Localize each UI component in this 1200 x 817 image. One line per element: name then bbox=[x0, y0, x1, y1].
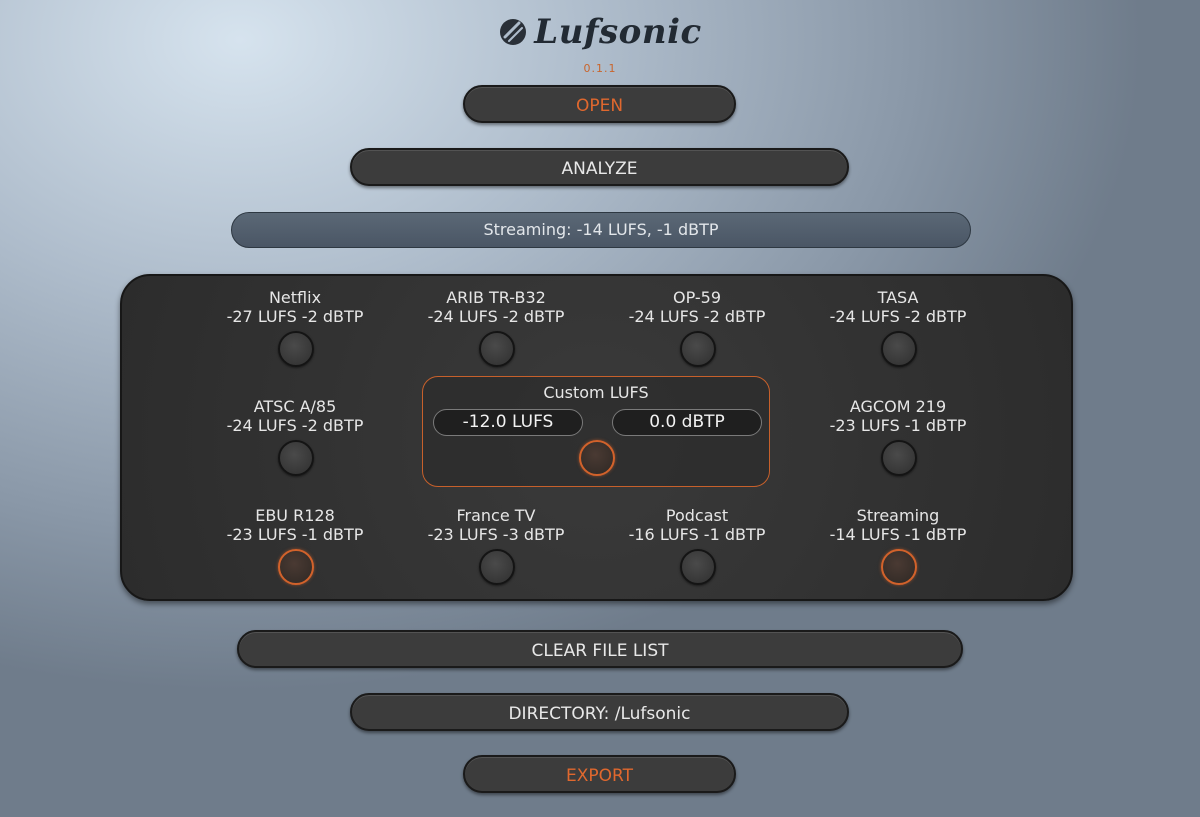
preset-streaming-knob[interactable] bbox=[881, 549, 917, 585]
preset-op59-knob[interactable] bbox=[680, 331, 716, 367]
preset-name: TASA bbox=[877, 288, 919, 307]
preset-podcast-knob[interactable] bbox=[680, 549, 716, 585]
custom-lufs-field[interactable]: -12.0 LUFS bbox=[433, 409, 583, 436]
preset-tasa-knob[interactable] bbox=[881, 331, 917, 367]
preset-spec: -23 LUFS -1 dBTP bbox=[829, 416, 967, 435]
preset-spec: -27 LUFS -2 dBTP bbox=[226, 307, 364, 326]
preset-spec: -23 LUFS -1 dBTP bbox=[226, 525, 364, 544]
preset-name: OP-59 bbox=[672, 288, 722, 307]
preset-spec: -14 LUFS -1 dBTP bbox=[829, 525, 967, 544]
preset-spec: -23 LUFS -3 dBTP bbox=[427, 525, 565, 544]
preset-atsc: ATSC A/85 -24 LUFS -2 dBTP bbox=[195, 397, 395, 435]
preset-name: AGCOM 219 bbox=[849, 397, 947, 416]
preset-name: ATSC A/85 bbox=[253, 397, 337, 416]
clear-file-list-button[interactable]: CLEAR FILE LIST bbox=[237, 630, 963, 668]
lufsonic-logo-icon bbox=[500, 19, 527, 45]
preset-name: France TV bbox=[456, 506, 536, 525]
preset-spec: -24 LUFS -2 dBTP bbox=[226, 416, 364, 435]
analyze-button[interactable]: ANALYZE bbox=[350, 148, 849, 186]
directory-button[interactable]: DIRECTORY: /Lufsonic bbox=[350, 693, 849, 731]
preset-francetv: France TV -23 LUFS -3 dBTP bbox=[396, 506, 596, 544]
preset-name: ARIB TR-B32 bbox=[446, 288, 546, 307]
preset-spec: -24 LUFS -2 dBTP bbox=[628, 307, 766, 326]
preset-agcom: AGCOM 219 -23 LUFS -1 dBTP bbox=[798, 397, 998, 435]
preset-arib: ARIB TR-B32 -24 LUFS -2 dBTP bbox=[396, 288, 596, 326]
preset-atsc-knob[interactable] bbox=[278, 440, 314, 476]
open-button[interactable]: OPEN bbox=[463, 85, 736, 123]
preset-ebu-knob[interactable] bbox=[278, 549, 314, 585]
preset-name: Netflix bbox=[268, 288, 322, 307]
preset-op59: OP-59 -24 LUFS -2 dBTP bbox=[597, 288, 797, 326]
preset-agcom-knob[interactable] bbox=[881, 440, 917, 476]
export-button[interactable]: EXPORT bbox=[463, 755, 736, 793]
preset-podcast: Podcast -16 LUFS -1 dBTP bbox=[597, 506, 797, 544]
custom-dbtp-field[interactable]: 0.0 dBTP bbox=[612, 409, 762, 436]
app-version: 0.1.1 bbox=[583, 62, 617, 75]
preset-name: Streaming bbox=[856, 506, 940, 525]
preset-spec: -24 LUFS -2 dBTP bbox=[829, 307, 967, 326]
preset-netflix: Netflix -27 LUFS -2 dBTP bbox=[195, 288, 395, 326]
preset-francetv-knob[interactable] bbox=[479, 549, 515, 585]
preset-ebu: EBU R128 -23 LUFS -1 dBTP bbox=[195, 506, 395, 544]
preset-arib-knob[interactable] bbox=[479, 331, 515, 367]
preset-spec: -16 LUFS -1 dBTP bbox=[628, 525, 766, 544]
app-logo: Lufsonic bbox=[0, 12, 1200, 52]
app-title: Lufsonic bbox=[534, 12, 702, 52]
status-bar: Streaming: -14 LUFS, -1 dBTP bbox=[231, 212, 971, 248]
preset-streaming: Streaming -14 LUFS -1 dBTP bbox=[798, 506, 998, 544]
preset-name: EBU R128 bbox=[255, 506, 335, 525]
custom-lufs-knob[interactable] bbox=[579, 440, 615, 476]
preset-spec: -24 LUFS -2 dBTP bbox=[427, 307, 565, 326]
preset-tasa: TASA -24 LUFS -2 dBTP bbox=[798, 288, 998, 326]
custom-lufs-title: Custom LUFS bbox=[543, 383, 649, 402]
preset-netflix-knob[interactable] bbox=[278, 331, 314, 367]
preset-name: Podcast bbox=[665, 506, 729, 525]
